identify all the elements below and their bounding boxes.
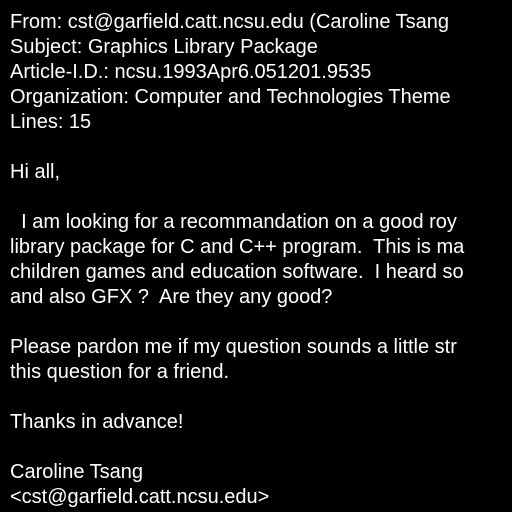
paragraph-line: library package for C and C++ program. T…: [10, 236, 465, 258]
header-organization: Organization: Computer and Technologies …: [10, 86, 451, 108]
header-subject: Subject: Graphics Library Package: [10, 36, 318, 58]
closing-thanks: Thanks in advance!: [10, 411, 184, 433]
header-from: From: cst@garfield.catt.ncsu.edu (Caroli…: [10, 11, 450, 33]
header-article-id: Article-I.D.: ncsu.1993Apr6.051201.9535: [10, 61, 372, 83]
email-document: From: cst@garfield.catt.ncsu.edu (Caroli…: [10, 10, 512, 512]
paragraph-line: I am looking for a recommandation on a g…: [10, 211, 457, 233]
paragraph-line: Please pardon me if my question sounds a…: [10, 336, 457, 358]
signature-email: <cst@garfield.catt.ncsu.edu>: [10, 486, 270, 508]
header-lines: Lines: 15: [10, 111, 92, 133]
signature-name: Caroline Tsang: [10, 461, 144, 483]
paragraph-line: children games and education software. I…: [10, 261, 464, 283]
paragraph-line: this question for a friend.: [10, 361, 230, 383]
paragraph-line: and also GFX ? Are they any good?: [10, 286, 333, 308]
greeting: Hi all,: [10, 161, 61, 183]
